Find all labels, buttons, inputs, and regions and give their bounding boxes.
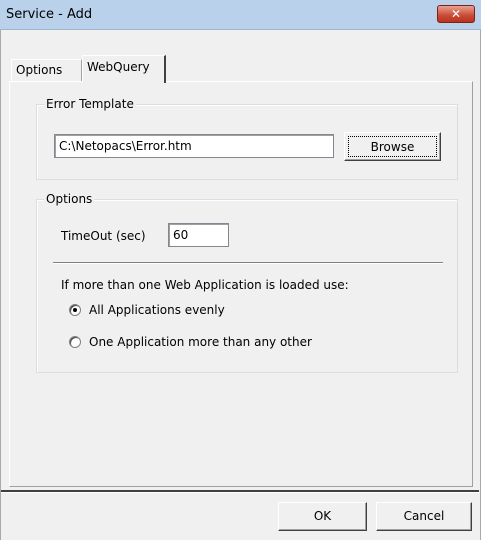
radio-one-application-more[interactable]: [69, 336, 81, 348]
close-icon: ✕: [450, 7, 462, 21]
close-button[interactable]: ✕: [437, 5, 475, 23]
ok-button[interactable]: OK: [278, 502, 367, 531]
options-divider: [53, 262, 443, 264]
tab-options[interactable]: Options: [11, 59, 82, 81]
error-template-legend: Error Template: [44, 97, 136, 111]
window-title: Service - Add: [6, 7, 93, 22]
tab-webquery[interactable]: WebQuery: [82, 55, 166, 83]
timeout-input[interactable]: 60: [168, 223, 229, 247]
timeout-label: TimeOut (sec): [61, 229, 146, 243]
browse-button[interactable]: Browse: [344, 132, 441, 161]
browse-button-label: Browse: [348, 136, 437, 157]
options-legend: Options: [44, 192, 95, 206]
radio-one-application-more-label[interactable]: One Application more than any other: [89, 335, 312, 349]
cancel-button[interactable]: Cancel: [376, 502, 472, 531]
window-titlebar: Service - Add ✕: [0, 0, 481, 30]
error-template-path-input[interactable]: C:\Netopacs\Error.htm: [54, 134, 334, 158]
footer-separator: [1, 490, 479, 493]
load-balance-label: If more than one Web Application is load…: [61, 278, 349, 292]
radio-all-applications-evenly-label[interactable]: All Applications evenly: [89, 303, 225, 317]
radio-all-applications-evenly[interactable]: [69, 304, 81, 316]
